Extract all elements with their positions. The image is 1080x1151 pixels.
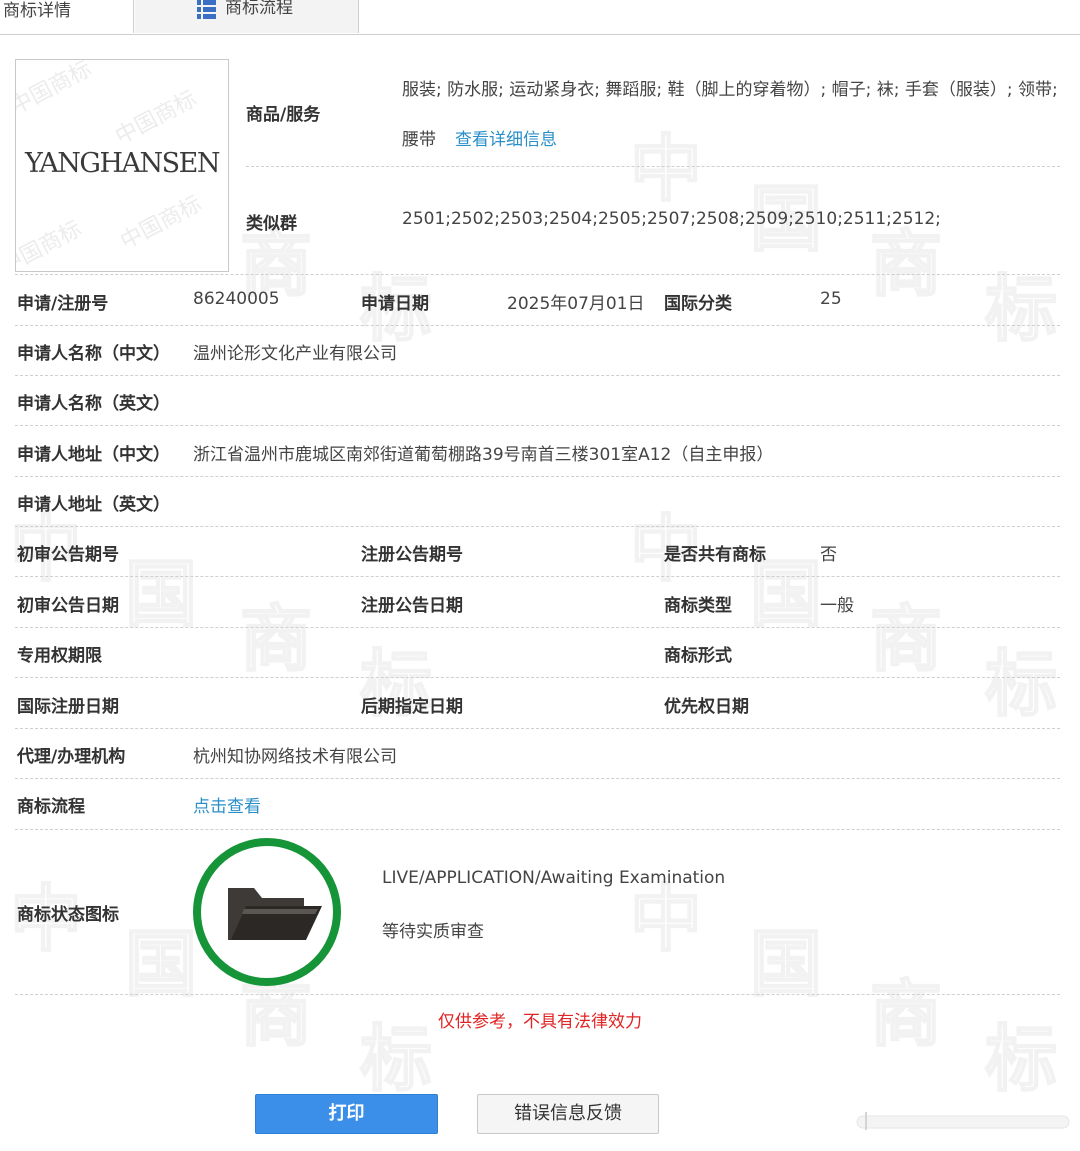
divider bbox=[15, 576, 1060, 577]
error-feedback-button[interactable]: 错误信息反馈 bbox=[477, 1094, 659, 1134]
priority-date-label: 优先权日期 bbox=[664, 697, 749, 717]
status-cn-text: 等待实质审查 bbox=[382, 922, 484, 942]
divider bbox=[15, 375, 1060, 376]
view-detail-link[interactable]: 查看详细信息 bbox=[455, 125, 557, 150]
mark-type-value: 一般 bbox=[820, 596, 854, 616]
similar-group-value: 2501;2502;2503;2504;2505;2507;2508;2509;… bbox=[402, 209, 941, 229]
divider bbox=[15, 274, 1060, 275]
similar-group-label: 类似群 bbox=[246, 214, 297, 234]
divider bbox=[15, 627, 1060, 628]
tab-trademark-detail[interactable]: 商标详情 bbox=[0, 0, 134, 33]
mark-form-label: 商标形式 bbox=[664, 646, 732, 666]
logo-watermark: 中国商标 bbox=[116, 191, 206, 255]
applicant-cn-label: 申请人名称（中文） bbox=[17, 344, 170, 364]
goods-value-line2: 腰带 bbox=[402, 130, 436, 150]
agent-value: 杭州知协网络技术有限公司 bbox=[193, 747, 397, 767]
watermark-char: 中 bbox=[629, 126, 703, 212]
tab-label: 商标详情 bbox=[3, 1, 71, 21]
prelim-no-label: 初审公告期号 bbox=[17, 545, 119, 565]
reg-notice-date-label: 注册公告日期 bbox=[361, 596, 463, 616]
goods-value-line1: 服装; 防水服; 运动紧身衣; 舞蹈服; 鞋（脚上的穿着物）; 帽子; 袜; 手… bbox=[402, 80, 1058, 100]
divider bbox=[15, 778, 1060, 779]
legal-disclaimer: 仅供参考，不具有法律效力 bbox=[438, 1012, 642, 1032]
tab-label: 商标流程 bbox=[225, 0, 293, 18]
trademark-flow-label: 商标流程 bbox=[17, 797, 85, 817]
address-en-label: 申请人地址（英文） bbox=[17, 495, 170, 515]
apply-date-value: 2025年07月01日 bbox=[507, 294, 645, 314]
divider bbox=[15, 677, 1060, 678]
address-cn-value: 浙江省温州市鹿城区南郊街道葡萄棚路39号南首三楼301室A12（自主申报） bbox=[193, 445, 774, 465]
tab-bar: 商标详情 商标流程 bbox=[0, 0, 1080, 35]
logo-watermark: 中国商标 bbox=[15, 216, 86, 272]
trademark-mark-text: YANGHANSEN bbox=[25, 148, 220, 179]
status-ring bbox=[193, 838, 341, 986]
intl-reg-date-label: 国际注册日期 bbox=[17, 697, 119, 717]
view-flow-link[interactable]: 点击查看 bbox=[193, 792, 261, 817]
watermark-char: 商 bbox=[239, 596, 313, 682]
divider bbox=[15, 476, 1060, 477]
goods-label: 商品/服务 bbox=[246, 105, 321, 125]
divider bbox=[15, 728, 1060, 729]
exclusive-term-label: 专用权期限 bbox=[17, 646, 102, 666]
agent-label: 代理/办理机构 bbox=[17, 747, 126, 767]
reg-no-value: 86240005 bbox=[193, 289, 280, 309]
status-icon-label: 商标状态图标 bbox=[17, 905, 119, 925]
reg-notice-no-label: 注册公告期号 bbox=[361, 545, 463, 565]
intl-class-value: 25 bbox=[820, 289, 842, 309]
shared-mark-value: 否 bbox=[820, 545, 837, 565]
mark-type-label: 商标类型 bbox=[664, 596, 732, 616]
logo-watermark: 中国商标 bbox=[111, 86, 201, 150]
watermark-char: 标 bbox=[984, 266, 1058, 352]
logo-watermark: 中国商标 bbox=[15, 59, 96, 120]
applicant-en-label: 申请人名称（英文） bbox=[17, 394, 170, 414]
divider bbox=[15, 526, 1060, 527]
divider bbox=[246, 166, 1060, 167]
applicant-cn-value: 温州论形文化产业有限公司 bbox=[193, 344, 397, 364]
status-en-text: LIVE/APPLICATION/Awaiting Examination bbox=[382, 868, 726, 888]
divider bbox=[15, 325, 1060, 326]
scroll-indicator bbox=[856, 1112, 1070, 1130]
watermark-char: 国 bbox=[124, 551, 198, 637]
intl-class-label: 国际分类 bbox=[664, 294, 732, 314]
watermark-char: 商 bbox=[869, 596, 943, 682]
divider bbox=[15, 425, 1060, 426]
reg-no-label: 申请/注册号 bbox=[17, 294, 109, 314]
print-button[interactable]: 打印 bbox=[255, 1094, 438, 1134]
later-date-label: 后期指定日期 bbox=[361, 697, 463, 717]
list-icon bbox=[197, 0, 216, 19]
divider bbox=[15, 829, 1060, 830]
tab-trademark-flow[interactable]: 商标流程 bbox=[135, 0, 359, 33]
open-folder-icon bbox=[228, 888, 322, 940]
divider bbox=[15, 994, 1060, 995]
address-cn-label: 申请人地址（中文） bbox=[17, 445, 170, 465]
prelim-date-label: 初审公告日期 bbox=[17, 596, 119, 616]
trademark-image: 中国商标 中国商标 中国商标 中国商标 YANGHANSEN bbox=[15, 59, 229, 272]
shared-mark-label: 是否共有商标 bbox=[664, 545, 766, 565]
apply-date-label: 申请日期 bbox=[361, 294, 429, 314]
